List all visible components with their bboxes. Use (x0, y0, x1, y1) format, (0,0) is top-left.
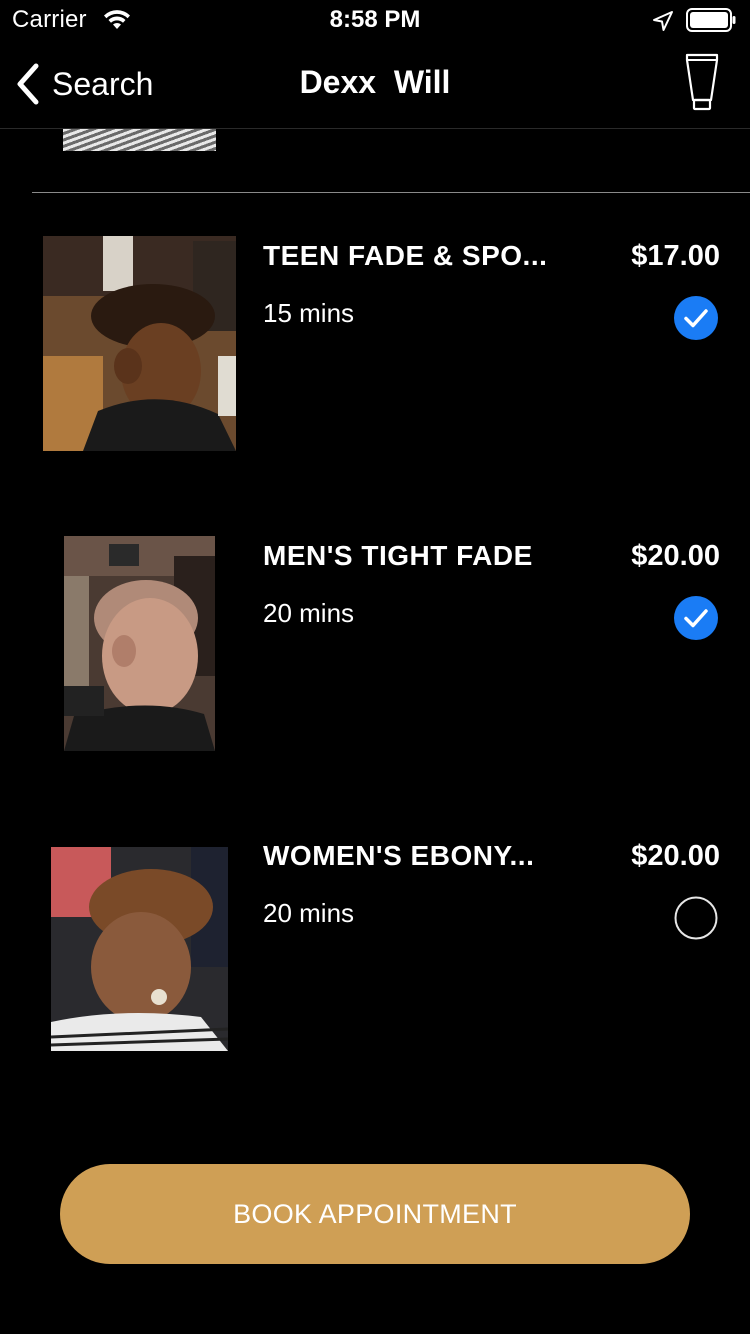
battery-icon (686, 8, 736, 32)
checkmark-circle-icon[interactable] (674, 296, 718, 340)
service-duration: 20 mins (263, 598, 355, 628)
service-row-teen-fade[interactable]: TEEN FADE & SPO... 15 mins $17.00 (0, 236, 750, 478)
book-appointment-button[interactable]: BOOK APPOINTMENT (60, 1164, 690, 1264)
service-row-mens-tight-fade[interactable]: MEN'S TIGHT FADE 20 mins $20.00 (0, 536, 750, 778)
empty-circle-icon[interactable] (674, 896, 718, 940)
womens-ebony-photo (51, 847, 228, 1051)
status-time: 8:58 PM (329, 6, 421, 33)
list-divider (32, 192, 750, 193)
hair-product-tube-icon[interactable] (684, 52, 720, 112)
teen-fade-photo (43, 236, 236, 451)
service-price: $17.00 (631, 240, 720, 272)
book-appointment-label: BOOK APPOINTMENT (233, 1198, 517, 1229)
service-price: $20.00 (631, 840, 720, 872)
service-name: MEN'S TIGHT FADE (263, 540, 533, 571)
service-row-womens-ebony[interactable]: WOMEN'S EBONY... 20 mins $20.00 (0, 838, 750, 1078)
status-bar: Carrier 8:58 PM (0, 0, 750, 40)
service-name: TEEN FADE & SPO... (263, 240, 548, 271)
service-duration: 20 mins (263, 898, 355, 928)
page-title: Dexx Will (299, 64, 451, 100)
checkmark-circle-icon[interactable] (674, 596, 718, 640)
service-price: $20.00 (631, 540, 720, 572)
navigation-bar: Search Dexx Will (0, 40, 750, 129)
previous-service-photo (63, 129, 216, 151)
mens-tight-fade-photo (64, 536, 215, 751)
service-duration: 15 mins (263, 298, 355, 328)
service-name: WOMEN'S EBONY... (263, 840, 535, 871)
location-arrow-icon (653, 11, 673, 31)
